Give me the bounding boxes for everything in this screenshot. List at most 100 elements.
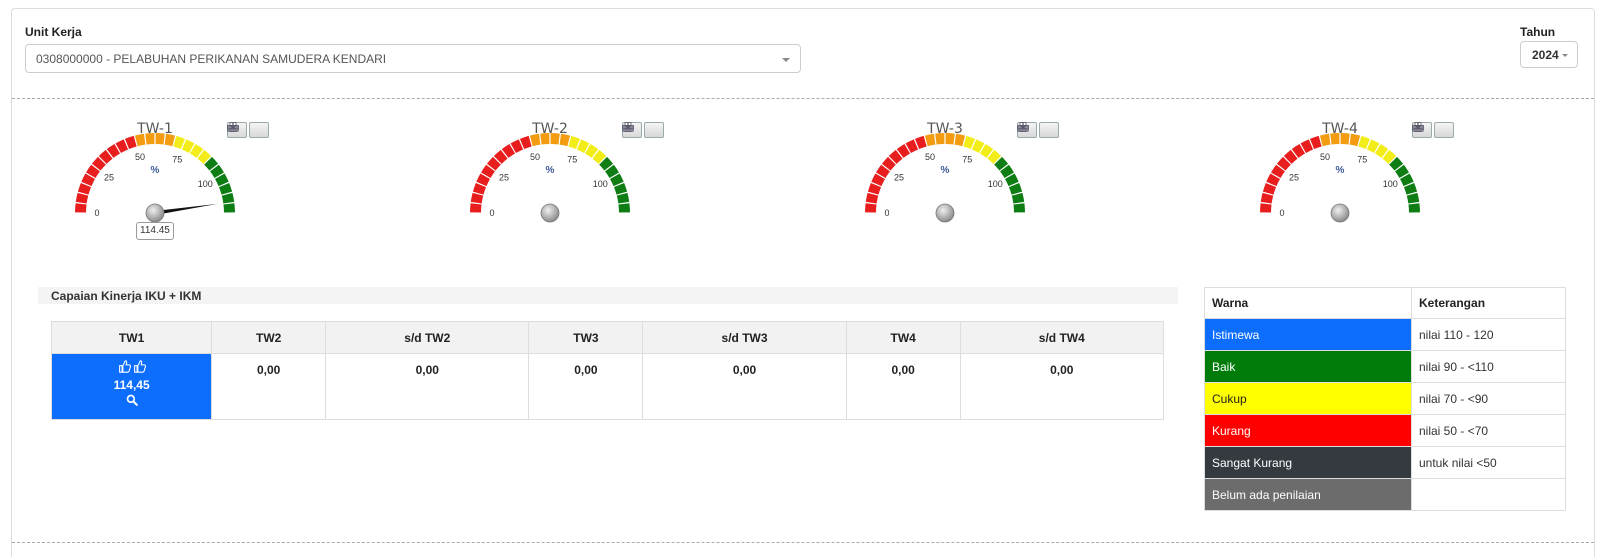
gauge-tw2: TW-2 0 25 50 75 100% [430, 118, 670, 248]
legend-row: Kurang nilai 50 - <70 [1204, 414, 1566, 447]
search-icon[interactable] [126, 394, 138, 406]
gauge-band-segment [155, 133, 165, 145]
gauge-tw1: TW-1 0 25 50 75 100% 114.45 [35, 118, 275, 248]
legend-row: Istimewa nilai 110 - 120 [1204, 318, 1566, 351]
download-icon[interactable] [1017, 122, 1059, 138]
gauge-band-segment [1349, 133, 1361, 147]
unit-kerja-label: Unit Kerja [25, 25, 82, 39]
gauge-tick-label: 75 [567, 154, 577, 164]
legend-description: nilai 70 - <90 [1411, 382, 1566, 415]
gauge-band-segment [145, 133, 155, 145]
legend-description: untuk nilai <50 [1411, 446, 1566, 479]
gauge-band-segment [540, 133, 550, 145]
legend-description: nilai 90 - <110 [1411, 350, 1566, 383]
header-tw2: TW2 [211, 321, 327, 354]
legend-header-keterangan: Keterangan [1411, 287, 1566, 319]
cell-tw4: 0,00 [845, 353, 961, 420]
gauge-band-segment [529, 133, 541, 147]
legend-table: Warna Keterangan Istimewa nilai 110 - 120… [1204, 287, 1566, 511]
legend-description: nilai 50 - <70 [1411, 414, 1566, 447]
legend-color-name: Cukup [1204, 382, 1412, 415]
gauge-tick-label: 50 [1320, 152, 1330, 162]
header-tw3: TW3 [528, 321, 644, 354]
gauge-band-segment [1406, 192, 1420, 204]
tahun-label: Tahun [1520, 25, 1556, 39]
cell-sd-tw2: 0,00 [325, 353, 530, 420]
gauge-band-segment [1011, 192, 1025, 204]
gauge-band-segment [1408, 203, 1420, 213]
gauge-toolbar [1412, 122, 1454, 138]
unit-kerja-select[interactable]: 0308000000 - PELABUHAN PERIKANAN SAMUDER… [25, 44, 801, 73]
legend-description: nilai 110 - 120 [1411, 318, 1566, 351]
gauge-band-segment [164, 133, 176, 147]
legend-row: Cukup nilai 70 - <90 [1204, 382, 1566, 415]
gauge-unit: % [1336, 165, 1345, 176]
legend-header-warna: Warna [1204, 287, 1412, 319]
gauge-pivot [540, 203, 560, 223]
download-icon[interactable] [227, 122, 269, 138]
chevron-down-icon [782, 58, 790, 62]
gauge-pivot [1330, 203, 1350, 223]
gauge-band-segment [223, 203, 235, 213]
gauge-tick-label: 50 [135, 152, 145, 162]
gauge-tick-label: 50 [530, 152, 540, 162]
gauge-band-segment [221, 192, 235, 204]
header-sd-tw3: s/d TW3 [642, 321, 847, 354]
legend-row: Belum ada penilaian [1204, 478, 1566, 511]
tw1-value: 114,45 [113, 378, 150, 392]
legend-description [1411, 478, 1566, 511]
gauge-tick-label: 0 [94, 208, 99, 218]
gauge-tw3: TW-3 0 25 50 75 100% [825, 118, 1065, 248]
gauge-band-segment [470, 192, 484, 204]
table-row: 114,45 0,00 0,00 0,00 0,00 0,00 0,00 [50, 353, 1165, 420]
gauge-band-segment [1340, 133, 1350, 145]
legend-row: Baik nilai 90 - <110 [1204, 350, 1566, 383]
gauge-tick-label: 100 [198, 179, 213, 189]
gauge-band-segment [559, 133, 571, 147]
header-sd-tw4: s/d TW4 [959, 321, 1165, 354]
legend-row: Sangat Kurang untuk nilai <50 [1204, 446, 1566, 479]
gauge-tick-label: 0 [489, 208, 494, 218]
gauge-pivot [145, 203, 165, 223]
gauge-tick-label: 100 [1383, 179, 1398, 189]
gauge-unit: % [941, 165, 950, 176]
cell-tw2: 0,00 [211, 353, 327, 420]
legend-color-name: Sangat Kurang [1204, 446, 1412, 479]
thumbs-up-icon [118, 360, 131, 373]
gauge-tick-label: 25 [104, 173, 114, 183]
gauge-tick-label: 50 [925, 152, 935, 162]
gauge-band-segment [616, 192, 630, 204]
gauge-unit: % [151, 165, 160, 176]
gauge-band-segment [134, 133, 146, 147]
gauge-tick-label: 0 [1279, 208, 1284, 218]
gauge-band-segment [550, 133, 560, 145]
tahun-value: 2024 [1532, 48, 1559, 62]
divider [12, 98, 1594, 99]
gauge-tick-label: 0 [884, 208, 889, 218]
gauge-band-segment [1319, 133, 1331, 147]
thumbs-up-icon [133, 360, 146, 373]
gauge-band-segment [75, 203, 87, 213]
gauge-tick-label: 25 [1289, 173, 1299, 183]
gauge-band-segment [865, 203, 877, 213]
download-icon[interactable] [1412, 122, 1454, 138]
header-sd-tw2: s/d TW2 [325, 321, 530, 354]
gauge-band-segment [1260, 192, 1274, 204]
cell-sd-tw3: 0,00 [642, 353, 847, 420]
section-title: Capaian Kinerja IKU + IKM [38, 287, 1178, 304]
gauge-band-segment [935, 133, 945, 145]
gauge-pivot [935, 203, 955, 223]
cell-sd-tw4: 0,00 [959, 353, 1165, 420]
gauge-band-segment [954, 133, 966, 147]
legend-color-name: Istimewa [1204, 318, 1412, 351]
legend-color-name: Belum ada penilaian [1204, 478, 1412, 511]
gauge-tick-label: 75 [1357, 154, 1367, 164]
tahun-dropdown[interactable]: 2024 [1520, 41, 1578, 68]
gauge-tick-label: 100 [593, 179, 608, 189]
gauge-band-segment [618, 203, 630, 213]
legend-color-name: Kurang [1204, 414, 1412, 447]
divider [12, 542, 1594, 543]
gauge-tw4: TW-4 0 25 50 75 100% [1220, 118, 1460, 248]
download-icon[interactable] [622, 122, 664, 138]
gauge-unit: % [546, 165, 555, 176]
